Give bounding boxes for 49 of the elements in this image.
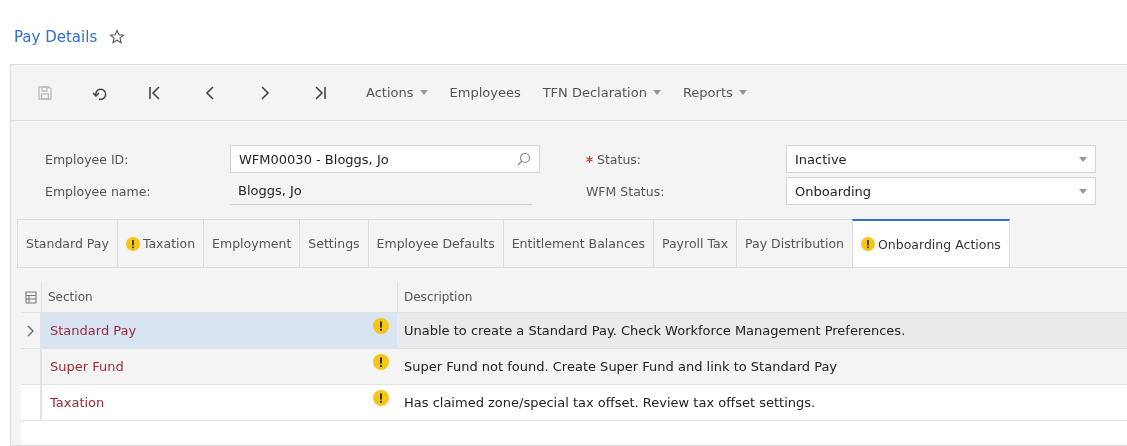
caret-icon (652, 90, 661, 95)
tab[interactable]: Onboarding Actions (852, 219, 1010, 267)
toolbar-button[interactable]: Employees (438, 76, 532, 109)
column-header[interactable]: Description (397, 282, 1127, 312)
star-icon[interactable] (109, 29, 126, 45)
caret-icon (419, 90, 428, 95)
tab[interactable]: Payroll Tax (653, 219, 737, 267)
tab[interactable]: Pay Distribution (736, 219, 852, 267)
tab[interactable]: Employment (203, 219, 300, 267)
required-icon (586, 155, 593, 163)
caret-icon (738, 90, 747, 95)
field-label: WFM Status: (586, 183, 665, 199)
section-cell[interactable]: Super Fund (41, 349, 397, 384)
field-label: Employee name: (45, 183, 151, 199)
last-icon (312, 84, 328, 101)
field-label: Status: (586, 151, 642, 167)
tab[interactable]: Taxation (116, 219, 204, 267)
dropdown-field[interactable]: Onboarding (786, 177, 1096, 205)
dropdown-field[interactable]: Inactive (786, 145, 1096, 173)
menu-button[interactable]: TFN Declaration (531, 76, 672, 109)
warning-icon (373, 318, 389, 334)
menu-button[interactable]: Actions (355, 76, 439, 109)
chevron-right-icon (27, 324, 35, 337)
column-header[interactable]: Section (41, 282, 397, 312)
warning-icon (373, 390, 389, 406)
caret-icon (1079, 188, 1087, 194)
tab[interactable]: Entitlement Balances (502, 219, 653, 267)
table-cell: Super Fund not found. Create Super Fund and link to Standard Pay (397, 349, 1127, 384)
table-cell: Unable to create a Standard Pay. Check Workforce Management Preferences. (397, 313, 1127, 348)
tab[interactable]: Settings (299, 219, 368, 267)
tab[interactable]: Standard Pay (17, 219, 117, 267)
save-icon (37, 84, 53, 101)
section-link[interactable]: Taxation (50, 395, 105, 410)
lookup-field[interactable]: WFM00030 - Bloggs, Jo (230, 145, 540, 173)
columns-icon[interactable] (25, 290, 37, 304)
menu-button[interactable]: Reports (671, 76, 758, 109)
section-link[interactable]: Super Fund (50, 359, 124, 374)
field-label: Employee ID: (45, 151, 129, 167)
caret-icon (1079, 156, 1087, 162)
warning-icon (125, 236, 140, 251)
row-selector[interactable] (21, 313, 41, 348)
search-icon (517, 152, 531, 166)
first-icon (147, 84, 163, 101)
page-title: Pay Details (14, 28, 98, 46)
warning-icon (861, 237, 875, 251)
tab[interactable]: Employee Defaults (367, 219, 503, 267)
section-link[interactable]: Standard Pay (50, 323, 137, 338)
section-cell[interactable]: Standard Pay (41, 313, 397, 348)
warning-icon (373, 354, 389, 370)
